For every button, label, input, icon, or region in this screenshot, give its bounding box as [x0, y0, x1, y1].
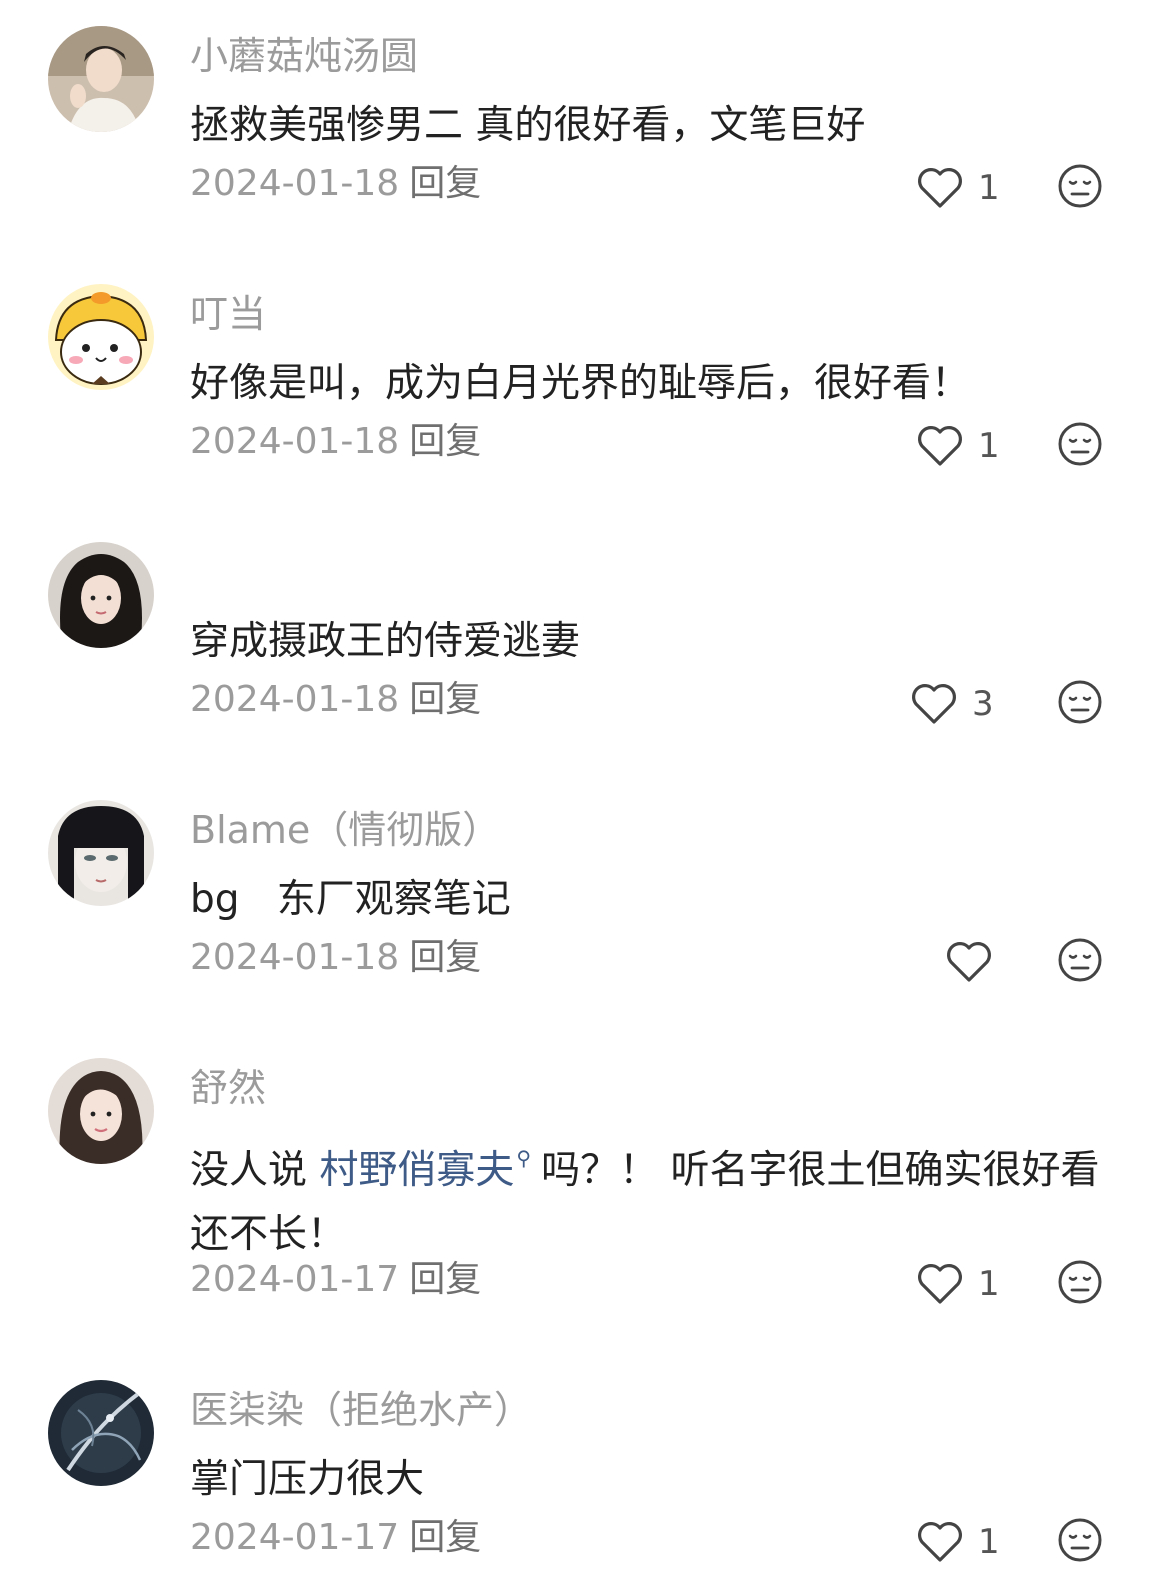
reply-button[interactable]: 回复	[409, 163, 481, 204]
avatar[interactable]	[48, 800, 154, 906]
dislike-button[interactable]	[1057, 163, 1103, 209]
comment-meta: 2024-01-18 回复	[190, 936, 481, 980]
comment-meta: 2024-01-17 回复	[190, 1516, 481, 1560]
reply-button[interactable]: 回复	[409, 1259, 481, 1300]
comment-meta: 2024-01-18 回复	[190, 420, 481, 464]
comment-date: 2024-01-17	[190, 1259, 400, 1300]
like-count: 1	[978, 1264, 1000, 1304]
dislike-button[interactable]	[1057, 1517, 1103, 1563]
dislike-button[interactable]	[1057, 421, 1103, 467]
meh-face-icon	[1058, 1260, 1102, 1304]
like-count: 3	[972, 684, 994, 724]
avatar-sword-art-icon	[48, 1380, 154, 1486]
comment-date: 2024-01-18	[190, 421, 400, 462]
comment-text: 掌门压力很大	[190, 1457, 425, 1502]
comment-text: 拯救美强惨男二 真的很好看，文笔巨好	[190, 103, 866, 148]
dislike-button[interactable]	[1057, 937, 1103, 983]
comment-date: 2024-01-17	[190, 1517, 400, 1558]
username[interactable]: 叮当	[190, 290, 266, 338]
comment-text: 好像是叫，成为白月光界的耻辱后，很好看！	[190, 361, 971, 406]
comment-meta: 2024-01-18 回复	[190, 162, 481, 206]
heart-outline-icon	[912, 684, 956, 724]
reply-button[interactable]: 回复	[409, 421, 481, 462]
heart-outline-icon	[918, 1264, 962, 1304]
avatar-anime-girl-icon	[48, 800, 154, 906]
meh-face-icon	[1058, 1518, 1102, 1562]
meh-face-icon	[1058, 680, 1102, 724]
comment-date: 2024-01-18	[190, 163, 400, 204]
like-count: 1	[978, 1522, 1000, 1562]
meh-face-icon	[1058, 938, 1102, 982]
avatar[interactable]	[48, 26, 154, 132]
username[interactable]: 医柒染（拒绝水产）	[190, 1386, 532, 1434]
like-count: 1	[978, 168, 1000, 208]
meh-face-icon	[1058, 422, 1102, 466]
comment-text: bg 东厂观察笔记	[190, 877, 511, 922]
avatar[interactable]	[48, 284, 154, 390]
comment-feed: 小蘑菇炖汤圆 拯救美强惨男二 真的很好看，文笔巨好 2024-01-18 回复 1	[0, 0, 1170, 1592]
comment-text: 没人说 村野俏寡夫 ⚲ 吗？！ 听名字很土但确实很好看还不长！	[190, 1126, 1120, 1267]
search-icon[interactable]: ⚲	[516, 1126, 531, 1190]
meh-face-icon	[1058, 164, 1102, 208]
like-count: 1	[978, 426, 1000, 466]
like-button[interactable]: 1	[916, 422, 1000, 470]
heart-outline-icon	[947, 942, 991, 982]
reply-button[interactable]: 回复	[409, 679, 481, 720]
comment-meta: 2024-01-18 回复	[190, 678, 481, 722]
avatar-woman-photo-icon	[48, 1058, 154, 1164]
like-button[interactable]: 1	[916, 1260, 1000, 1308]
comment-date: 2024-01-18	[190, 679, 400, 720]
avatar[interactable]	[48, 1058, 154, 1164]
like-button[interactable]: 3	[910, 680, 994, 728]
username[interactable]: 舒然	[190, 1064, 266, 1112]
reply-button[interactable]: 回复	[409, 1517, 481, 1558]
dislike-button[interactable]	[1057, 679, 1103, 725]
book-link[interactable]: 村野俏寡夫	[319, 1148, 514, 1193]
avatar[interactable]	[48, 542, 154, 648]
heart-outline-icon	[918, 426, 962, 466]
reply-button[interactable]: 回复	[409, 937, 481, 978]
avatar-boy-photo-icon	[48, 26, 154, 132]
heart-outline-icon	[918, 168, 962, 208]
dislike-button[interactable]	[1057, 1259, 1103, 1305]
comment-meta: 2024-01-17 回复	[190, 1258, 481, 1302]
avatar[interactable]	[48, 1380, 154, 1486]
comment-date: 2024-01-18	[190, 937, 400, 978]
comment-text: 穿成摄政王的侍爱逃妻	[190, 619, 581, 664]
avatar-girl-photo-icon	[48, 542, 154, 648]
like-button[interactable]: 1	[916, 164, 1000, 212]
comment-text-before: 没人说	[190, 1148, 320, 1193]
like-button[interactable]: 1	[916, 1518, 1000, 1566]
username[interactable]: Blame（情彻版）	[190, 806, 500, 854]
like-button[interactable]	[945, 938, 1007, 986]
username[interactable]: 小蘑菇炖汤圆	[190, 32, 418, 80]
avatar-duck-cartoon-icon	[48, 284, 154, 390]
heart-outline-icon	[918, 1522, 962, 1562]
